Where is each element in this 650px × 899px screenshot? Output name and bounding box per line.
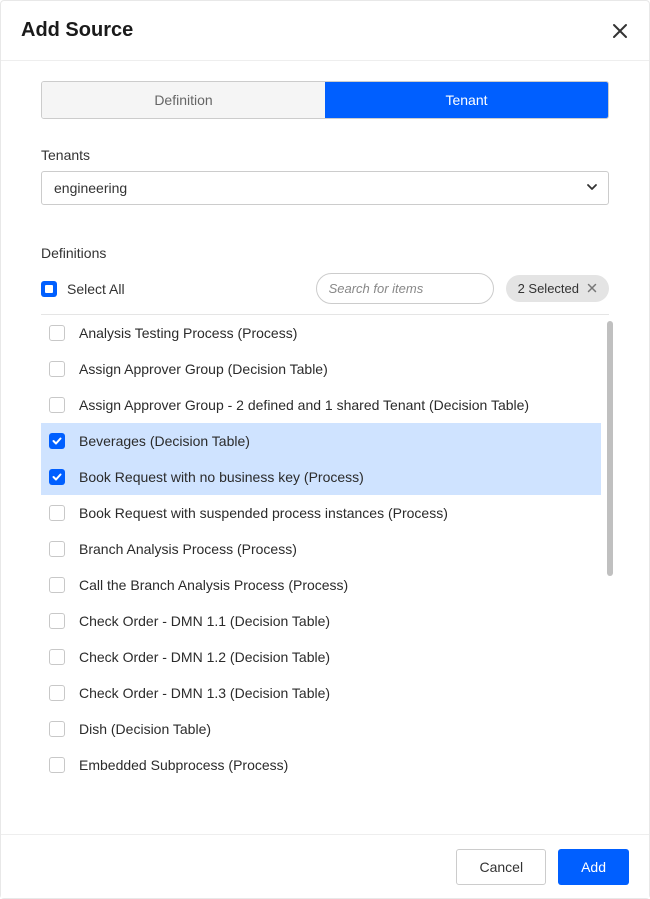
select-all-label: Select All	[67, 281, 125, 297]
list-item-label: Branch Analysis Process (Process)	[79, 541, 593, 557]
clear-selection-button[interactable]	[587, 281, 597, 296]
tenants-label: Tenants	[41, 147, 609, 163]
checkbox-unchecked-icon[interactable]	[49, 541, 65, 557]
tab-switcher: Definition Tenant	[41, 81, 609, 119]
search-input-wrap[interactable]	[316, 273, 494, 304]
tab-definition[interactable]: Definition	[42, 82, 325, 118]
dialog-header: Add Source	[1, 1, 649, 61]
close-icon	[611, 22, 629, 40]
search-input[interactable]	[329, 281, 505, 296]
list-item[interactable]: Book Request with no business key (Proce…	[41, 459, 601, 495]
list-item-label: Check Order - DMN 1.2 (Decision Table)	[79, 649, 593, 665]
list-item-label: Dish (Decision Table)	[79, 721, 593, 737]
close-button[interactable]	[611, 22, 629, 40]
list-item-label: Check Order - DMN 1.1 (Decision Table)	[79, 613, 593, 629]
list-item-label: Book Request with no business key (Proce…	[79, 469, 593, 485]
list-item-label: Check Order - DMN 1.3 (Decision Table)	[79, 685, 593, 701]
list-item-label: Analysis Testing Process (Process)	[79, 325, 593, 341]
list-item-label: Assign Approver Group - 2 defined and 1 …	[79, 397, 593, 413]
tenants-select-value: engineering	[54, 180, 127, 196]
tab-tenant[interactable]: Tenant	[325, 82, 608, 118]
selected-count-label: 2 Selected	[518, 281, 579, 296]
add-button[interactable]: Add	[558, 849, 629, 885]
checkbox-unchecked-icon[interactable]	[49, 649, 65, 665]
checkbox-unchecked-icon[interactable]	[49, 361, 65, 377]
checkbox-unchecked-icon[interactable]	[49, 613, 65, 629]
tenants-select[interactable]: engineering	[41, 171, 609, 205]
list-item[interactable]: Dish (Decision Table)	[41, 711, 601, 747]
definitions-list: Analysis Testing Process (Process) Assign…	[41, 315, 609, 795]
list-item[interactable]: Check Order - DMN 1.3 (Decision Table)	[41, 675, 601, 711]
checkbox-checked-icon[interactable]	[49, 433, 65, 449]
checkbox-indeterminate-icon	[41, 281, 57, 297]
list-item[interactable]: Check Order - DMN 1.1 (Decision Table)	[41, 603, 601, 639]
dialog-footer: Cancel Add	[1, 834, 649, 898]
list-item-label: Assign Approver Group (Decision Table)	[79, 361, 593, 377]
chevron-down-icon	[586, 180, 598, 196]
checkbox-unchecked-icon[interactable]	[49, 721, 65, 737]
list-item-label: Embedded Subprocess (Process)	[79, 757, 593, 773]
list-item[interactable]: Embedded Subprocess (Process)	[41, 747, 601, 783]
checkbox-checked-icon[interactable]	[49, 469, 65, 485]
checkbox-unchecked-icon[interactable]	[49, 397, 65, 413]
definitions-label: Definitions	[41, 245, 609, 261]
select-all-toggle[interactable]: Select All	[41, 281, 125, 297]
checkbox-unchecked-icon[interactable]	[49, 577, 65, 593]
list-item-label: Beverages (Decision Table)	[79, 433, 593, 449]
checkbox-unchecked-icon[interactable]	[49, 757, 65, 773]
scrollbar[interactable]	[607, 321, 613, 576]
checkbox-unchecked-icon[interactable]	[49, 685, 65, 701]
checkbox-unchecked-icon[interactable]	[49, 505, 65, 521]
list-item-label: Call the Branch Analysis Process (Proces…	[79, 577, 593, 593]
checkbox-unchecked-icon[interactable]	[49, 325, 65, 341]
list-item[interactable]: Check Order - DMN 1.2 (Decision Table)	[41, 639, 601, 675]
list-item[interactable]: Analysis Testing Process (Process)	[41, 315, 601, 351]
list-item[interactable]: Call the Branch Analysis Process (Proces…	[41, 567, 601, 603]
selected-count-badge: 2 Selected	[506, 275, 609, 302]
list-item[interactable]: Branch Analysis Process (Process)	[41, 531, 601, 567]
close-icon	[587, 283, 597, 293]
dialog-title: Add Source	[21, 19, 133, 42]
list-item[interactable]: Assign Approver Group (Decision Table)	[41, 351, 601, 387]
cancel-button[interactable]: Cancel	[456, 849, 546, 885]
list-item[interactable]: Assign Approver Group - 2 defined and 1 …	[41, 387, 601, 423]
list-item[interactable]: Beverages (Decision Table)	[41, 423, 601, 459]
list-item[interactable]: Book Request with suspended process inst…	[41, 495, 601, 531]
list-item-label: Book Request with suspended process inst…	[79, 505, 593, 521]
